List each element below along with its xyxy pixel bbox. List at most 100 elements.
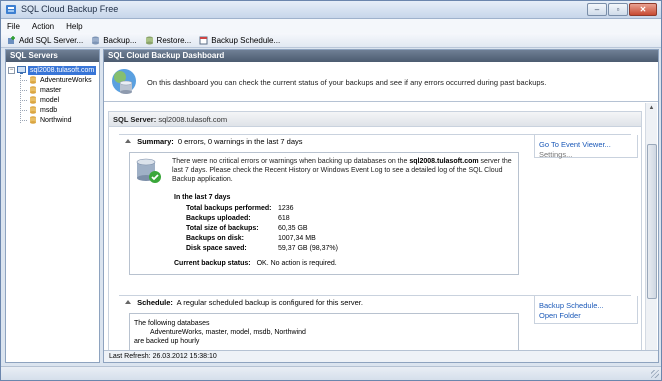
database-icon [30, 116, 36, 124]
add-server-button[interactable]: Add SQL Server... [7, 35, 84, 45]
calendar-icon [199, 36, 208, 44]
cloud-database-icon [112, 69, 136, 94]
tree-item-master[interactable]: master [6, 85, 99, 95]
stat-key: Total backups performed: [186, 204, 272, 212]
stats-row: Disk space saved: 59,37 GB (98,37%) [186, 244, 338, 254]
schedule-details: The following databases AdventureWorks, … [129, 313, 519, 350]
summary-message-pre: There were no critical errors or warning… [172, 158, 410, 165]
backup-status: Current backup status: OK. No action is … [174, 260, 337, 267]
tree-item-northwind[interactable]: Northwind [6, 115, 99, 125]
title-bar: SQL Cloud Backup Free – ▫ ✕ [1, 1, 661, 19]
open-folder-link[interactable]: Open Folder [539, 311, 633, 321]
stat-key: Backups on disk: [186, 234, 244, 242]
add-server-label: Add SQL Server... [19, 35, 84, 45]
server-header-name: sql2008.tulasoft.com [158, 115, 228, 124]
collapse-triangle-icon[interactable] [125, 139, 131, 143]
scroll-thumb[interactable] [647, 144, 657, 299]
server-header-label: SQL Server: [113, 115, 157, 124]
toolbar: Add SQL Server... Backup... Restore... B… [1, 33, 661, 48]
minimize-button[interactable]: – [587, 3, 607, 16]
summary-links: Go To Event Viewer... Settings... [534, 135, 638, 160]
app-window: SQL Cloud Backup Free – ▫ ✕ File Action … [0, 0, 662, 381]
stats-period: In the last 7 days [174, 194, 231, 201]
schedule-header[interactable]: Schedule: A regular scheduled backup is … [125, 298, 363, 307]
summary-details: There were no critical errors or warning… [129, 152, 519, 275]
restore-label: Restore... [156, 35, 192, 45]
stats-row: Total size of backups: 60,35 GB [186, 224, 338, 234]
collapse-triangle-icon[interactable] [125, 300, 131, 304]
backup-schedule-link[interactable]: Backup Schedule... [539, 301, 633, 311]
tree-item-label: model [40, 96, 60, 104]
event-viewer-link[interactable]: Go To Event Viewer... [539, 140, 633, 150]
backup-schedule-label: Backup Schedule... [211, 35, 281, 45]
last-refresh: Last Refresh: 26.03.2012 15:38:10 [104, 350, 658, 362]
database-icon [30, 86, 36, 94]
tree-item-msdb[interactable]: msdb [6, 105, 99, 115]
schedule-line-1: The following databases [134, 320, 210, 327]
servers-panel-header: SQL Servers [6, 50, 99, 62]
backup-stats: In the last 7 days Total backups perform… [174, 193, 338, 254]
server-header: SQL Server: sql2008.tulasoft.com [109, 112, 641, 127]
tree-item-label: master [40, 86, 62, 94]
dashboard-intro-text: On this dashboard you can check the curr… [147, 78, 547, 87]
tree-root-label: sql2008.tulasoft.com [28, 65, 97, 75]
tree-item-label: AdventureWorks [40, 76, 92, 84]
summary-message: There were no critical errors or warning… [172, 157, 512, 184]
vertical-scrollbar[interactable]: ▲ [645, 103, 657, 350]
menu-file[interactable]: File [7, 22, 20, 31]
stats-table: Total backups performed: 1236 Backups upl… [186, 204, 338, 254]
server-summary-box: SQL Server: sql2008.tulasoft.com Summary… [108, 111, 642, 350]
menu-help[interactable]: Help [66, 22, 82, 31]
close-button[interactable]: ✕ [629, 3, 657, 16]
dashboard-header: SQL Cloud Backup Dashboard [104, 50, 658, 62]
status-bar [1, 366, 661, 380]
dashboard-intro: On this dashboard you can check the curr… [104, 62, 658, 102]
stats-row: Backups on disk: 1007,34 MB [186, 234, 338, 244]
summary-section: Summary: 0 errors, 0 warnings in the las… [119, 134, 638, 275]
add-server-icon [8, 35, 15, 44]
stat-value: 618 [278, 214, 290, 222]
dashboard-content: SQL Server: sql2008.tulasoft.com Summary… [104, 103, 645, 350]
tree-item-adventureworks[interactable]: AdventureWorks [6, 75, 99, 85]
stat-value: 1236 [278, 204, 294, 212]
restore-button[interactable]: Restore... [145, 35, 192, 45]
backup-icon [92, 36, 100, 44]
restore-icon [145, 36, 153, 44]
scroll-up-icon[interactable]: ▲ [646, 103, 657, 113]
schedule-text: A regular scheduled backup is configured… [176, 298, 363, 307]
settings-link[interactable]: Settings... [539, 150, 633, 160]
menu-bar: File Action Help [1, 19, 661, 33]
schedule-line-3: are backed up hourly [134, 338, 200, 345]
stats-row: Total backups performed: 1236 [186, 204, 338, 214]
tree-item-label: Northwind [40, 116, 72, 124]
stat-key: Total size of backups: [186, 224, 259, 232]
menu-action[interactable]: Action [32, 22, 54, 31]
stat-value: 1007,34 MB [278, 234, 316, 242]
window-title: SQL Cloud Backup Free [21, 4, 119, 14]
resize-grip-icon[interactable] [651, 370, 659, 378]
maximize-button[interactable]: ▫ [608, 3, 628, 16]
tree-item-model[interactable]: model [6, 95, 99, 105]
schedule-line-2: AdventureWorks, master, model, msdb, Nor… [150, 329, 306, 336]
server-tree: − sql2008.tulasoft.com AdventureWorks ma… [6, 62, 99, 125]
summary-label: Summary: [137, 137, 174, 146]
tree-root-server[interactable]: − sql2008.tulasoft.com [6, 65, 99, 75]
window-controls: – ▫ ✕ [587, 3, 657, 17]
backup-button[interactable]: Backup... [91, 36, 137, 45]
schedule-label: Schedule: [137, 298, 173, 307]
database-icon [30, 106, 36, 114]
app-icon [6, 5, 16, 14]
stat-value: 59,37 GB (98,37%) [278, 244, 338, 252]
server-icon [17, 66, 26, 74]
database-icon [30, 76, 36, 84]
servers-panel: SQL Servers − sql2008.tulasoft.com Adven… [5, 49, 100, 363]
backup-schedule-button[interactable]: Backup Schedule... [199, 36, 280, 45]
tree-item-label: msdb [40, 106, 58, 114]
schedule-section: Schedule: A regular scheduled backup is … [119, 295, 638, 350]
stat-value: 60,35 GB [278, 224, 308, 232]
database-ok-icon [136, 158, 161, 183]
stat-key: Backups uploaded: [186, 214, 251, 222]
summary-header[interactable]: Summary: 0 errors, 0 warnings in the las… [125, 137, 303, 146]
collapse-icon[interactable]: − [8, 66, 15, 74]
stats-row: Backups uploaded: 618 [186, 214, 338, 224]
